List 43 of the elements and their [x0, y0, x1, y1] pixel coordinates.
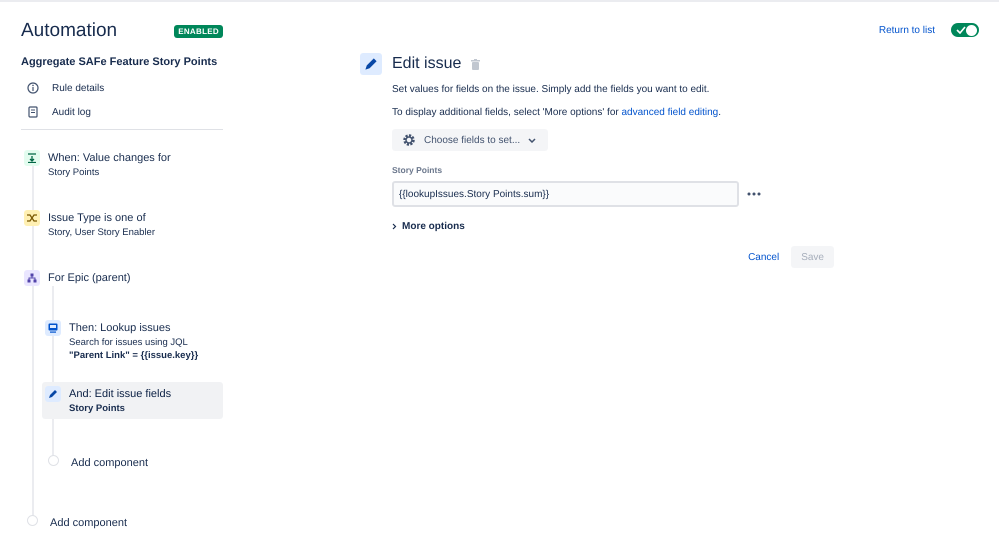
trigger-icon	[24, 150, 40, 166]
toggle-knob[interactable]	[966, 24, 977, 36]
hint-text: To display additional fields, select 'More options' for	[392, 107, 619, 118]
field-label: Story Points	[392, 165, 444, 175]
rule-name: Aggregate SAFe Feature Story Points	[21, 56, 218, 68]
pencil-icon	[45, 386, 61, 402]
step-detail: Story Points	[48, 166, 100, 179]
info-icon	[27, 82, 39, 94]
lookup-icon	[45, 320, 61, 336]
step-detail: "Parent Link" = {{issue.key}}	[69, 349, 198, 362]
description: Set values for fields on the issue. Simply add the fields you want to edit.	[392, 84, 710, 95]
advanced-field-editing-link[interactable]: advanced field editing	[622, 107, 718, 118]
more-options-toggle[interactable]: More options	[392, 221, 465, 232]
enabled-toggle[interactable]	[951, 23, 979, 37]
rule-step[interactable]: When: Value changes for Story Points	[21, 146, 223, 206]
more-icon[interactable]	[747, 192, 761, 196]
add-component-link[interactable]: Add component	[21, 511, 223, 535]
gear-icon	[402, 133, 416, 147]
branch-icon	[24, 270, 40, 286]
rule-step[interactable]: Issue Type is one of Story, User Story Enabler	[21, 206, 223, 266]
step-detail: Search for issues using JQL	[69, 336, 189, 349]
hint-period: .	[718, 107, 722, 118]
return-to-list-link[interactable]: Return to list	[878, 24, 935, 36]
step-detail: Story Points	[69, 402, 126, 415]
pencil-icon	[360, 53, 382, 75]
rule-step[interactable]: And: Edit issue fields Story Points	[42, 382, 223, 419]
check-icon	[956, 26, 966, 34]
step-detail: Story, User Story Enabler	[48, 226, 156, 239]
menu-item[interactable]: Rule details	[21, 76, 223, 100]
editor-title: Edit issue	[392, 55, 462, 73]
cancel-button[interactable]: Cancel	[742, 246, 786, 268]
story-points-field[interactable]: {{lookupIssues.Story Points.sum}}	[392, 181, 739, 207]
add-component-link[interactable]: Add component	[42, 451, 223, 475]
choose-fields-dropdown[interactable]: Choose fields to set...	[392, 129, 548, 151]
rule-step[interactable]: For Epic (parent)	[21, 266, 223, 316]
chevron-down-icon	[528, 138, 536, 142]
status-lozenge: ENABLED	[174, 24, 223, 38]
page-title: Automation	[21, 20, 118, 42]
condition-icon	[24, 210, 40, 226]
menu-item[interactable]: Audit log	[21, 100, 223, 124]
rule-step[interactable]: Then: Lookup issues Search for issues using JQL "Parent Link" = {{issue.key}}	[42, 316, 223, 382]
chevron-right-icon	[392, 223, 397, 230]
document-icon	[27, 106, 39, 118]
